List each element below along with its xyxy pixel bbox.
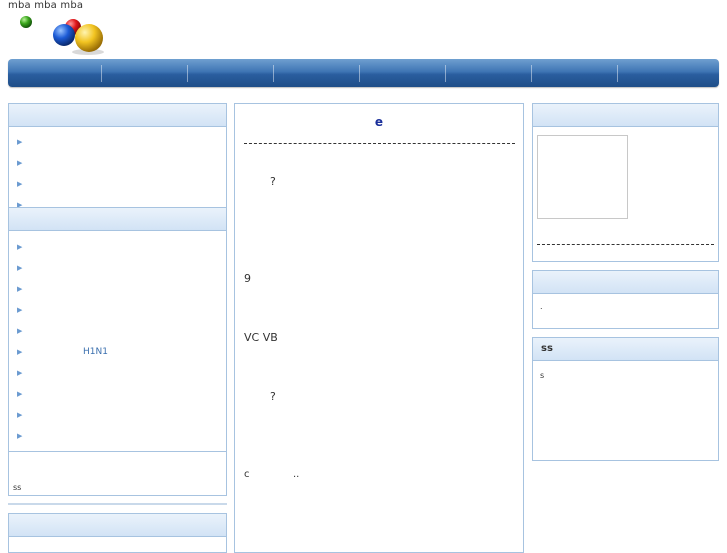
list-item[interactable]: ▶ [17,262,22,274]
content-line: .. [293,469,300,480]
arrow-right-icon: ▶ [17,432,23,440]
nav-separator [445,65,446,82]
right-panel-3-header: ss [533,338,718,361]
arrow-right-icon: ▶ [17,180,23,188]
list-item[interactable]: ▶ [17,136,22,148]
list-item[interactable]: ▶ [17,409,22,421]
article-title[interactable]: e [235,115,523,129]
nav-separator [101,65,102,82]
nav-separator [359,65,360,82]
nav-separator [531,65,532,82]
panel-divider [9,451,226,452]
right-panel-1-header [533,104,718,127]
right-panel-1 [532,103,719,262]
right-panel-2-header [533,271,718,294]
right-panel-2-text: . [540,302,543,311]
list-item[interactable]: ▶ [17,430,22,442]
main-nav-bar [8,59,719,87]
arrow-right-icon: ▶ [17,264,23,272]
left-panel-2-header [9,208,226,231]
left-panel-1: ▶ ▶ ▶ ▶ [8,103,227,209]
right-panel-3-title: ss [541,343,553,354]
right-panel-2: . [532,270,719,329]
right-panel-divider [537,244,714,245]
left-panel-2: ▶ ▶ ▶ ▶ ▶ ▶ H1N1 ▶ ▶ ▶ ▶ ss [8,207,227,496]
content-line: c [244,469,250,480]
content-line: ? [270,390,276,403]
logo-balls-icon[interactable] [18,14,108,56]
arrow-right-icon: ▶ [17,243,23,251]
list-item[interactable]: ▶ [17,388,22,400]
image-placeholder[interactable] [537,135,628,219]
arrow-right-icon: ▶ [17,138,23,146]
arrow-right-icon: ▶ [17,285,23,293]
left-panel-3-header [9,514,226,537]
arrow-right-icon: ▶ [17,306,23,314]
nav-separator [617,65,618,82]
list-item[interactable]: ▶ [17,178,22,190]
list-item[interactable]: ▶ [17,283,22,295]
list-item[interactable]: ▶ [17,367,22,379]
site-title: mba mba mba [8,0,84,11]
content-line: ? [270,175,276,188]
left-divider [8,503,227,505]
panel-footer-text: ss [13,483,22,492]
left-panel-3 [8,513,227,553]
arrow-right-icon: ▶ [17,327,23,335]
content-line: VC VB [244,331,278,344]
right-panel-3-text: s [540,371,545,380]
list-item[interactable]: ▶ [17,325,22,337]
nav-separator [187,65,188,82]
nav-separator [273,65,274,82]
list-item[interactable]: ▶ [17,241,22,253]
arrow-right-icon: ▶ [17,390,23,398]
arrow-right-icon: ▶ [17,348,23,356]
list-item-h1n1[interactable]: ▶ H1N1 [17,346,108,358]
arrow-right-icon: ▶ [17,369,23,377]
right-panel-3: ss s [532,337,719,461]
list-item[interactable]: ▶ [17,304,22,316]
arrow-right-icon: ▶ [17,159,23,167]
content-line: 9 [244,272,251,285]
left-panel-1-header [9,104,226,127]
arrow-right-icon: ▶ [17,411,23,419]
main-content-panel: e ? 9 VC VB ? c .. [234,103,524,553]
title-divider [244,143,515,144]
list-item[interactable]: ▶ [17,157,22,169]
